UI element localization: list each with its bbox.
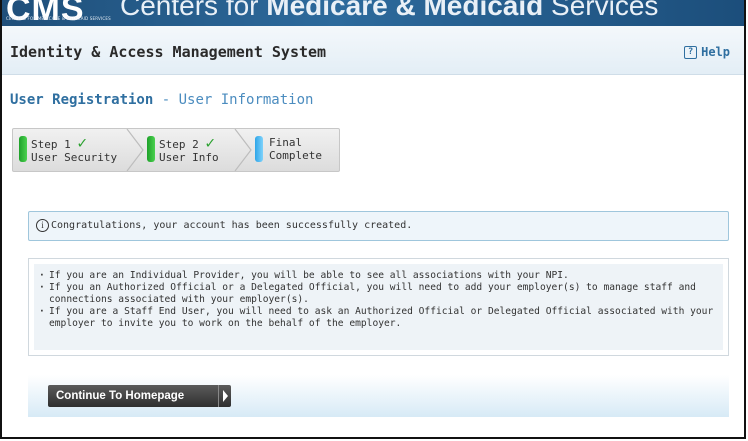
success-message-text: Congratulations, your account has been s…: [51, 220, 413, 231]
list-item: If you an Authorized Official or a Deleg…: [39, 282, 715, 306]
step-final-label: Final Complete: [269, 136, 322, 162]
page-subtitle: - User Information: [153, 92, 314, 108]
cms-banner: CMS CENTERS FOR MEDICARE & MEDICAID SERV…: [2, 0, 744, 26]
continue-button-label: Continue To Homepage: [56, 390, 185, 402]
step-1: Step 1 ✓ User Security: [19, 129, 119, 171]
step-current-indicator: [255, 136, 263, 162]
arrow-right-icon: [223, 390, 228, 402]
app-header: Identity & Access Management System ? He…: [2, 26, 744, 75]
info-notes-panel: If you are an Individual Provider, you w…: [28, 258, 729, 356]
step-separator-chevron: [126, 129, 144, 171]
step-complete-indicator: [147, 136, 155, 162]
help-label: Help: [701, 45, 730, 59]
info-icon: i: [36, 219, 49, 232]
info-notes-list: If you are an Individual Provider, you w…: [39, 270, 715, 330]
step-2-subtitle: User Info: [159, 151, 219, 164]
step-final: Final Complete: [255, 129, 335, 171]
checkmark-icon: ✓: [205, 133, 216, 152]
banner-title: Centers for Medicare & Medicaid Services: [120, 0, 658, 22]
success-message: i Congratulations, your account has been…: [28, 211, 729, 241]
cms-logo-subtext: CENTERS FOR MEDICARE & MEDICAID SERVICES: [6, 16, 111, 21]
step-complete-indicator: [19, 136, 27, 162]
step-1-label: Step 1 ✓ User Security: [31, 133, 118, 165]
banner-title-suffix: Services: [543, 0, 659, 21]
step-1-subtitle: User Security: [31, 151, 118, 164]
info-notes-inner: If you are an Individual Provider, you w…: [34, 264, 723, 350]
step-separator-chevron: [234, 129, 252, 171]
step-2-title: Step 2: [159, 138, 199, 151]
list-item: If you are an Individual Provider, you w…: [39, 270, 715, 282]
banner-title-bold: Medicare & Medicaid: [266, 0, 544, 21]
banner-title-prefix: Centers for: [120, 0, 267, 21]
step-final-subtitle: Complete: [269, 149, 322, 162]
button-divider: [218, 385, 219, 407]
step-final-title: Final: [269, 136, 303, 149]
app-title: Identity & Access Management System: [10, 43, 327, 61]
help-icon: ?: [684, 45, 698, 59]
cms-logo: CMS: [6, 0, 85, 26]
checkmark-icon: ✓: [77, 133, 88, 152]
browser-frame: CMS CENTERS FOR MEDICARE & MEDICAID SERV…: [0, 0, 746, 439]
step-2-label: Step 2 ✓ User Info: [159, 133, 219, 165]
list-item: If you are a Staff End User, you will ne…: [39, 306, 715, 330]
step-2: Step 2 ✓ User Info: [147, 129, 237, 171]
page-title: User Registration - User Information: [10, 92, 313, 108]
continue-to-homepage-button[interactable]: Continue To Homepage: [48, 385, 231, 407]
help-link[interactable]: ? Help: [684, 45, 730, 59]
progress-steps: Step 1 ✓ User Security Step 2 ✓ User Inf…: [12, 128, 340, 172]
page-title-main: User Registration: [10, 92, 154, 108]
step-1-title: Step 1: [31, 138, 71, 151]
